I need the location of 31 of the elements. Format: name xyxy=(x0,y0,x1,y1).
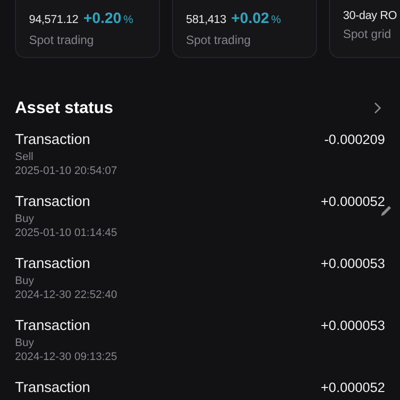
transaction-amount: +0.000052 xyxy=(320,193,385,211)
price-value: 581,413 xyxy=(186,13,226,28)
transaction-time: 2024-12-30 22:52:40 xyxy=(15,288,118,303)
change-percent: +0.02% xyxy=(231,9,281,29)
card-label: Spot trading xyxy=(186,32,252,48)
card-label: Spot trading xyxy=(29,32,95,48)
strategy-card[interactable]: 30-day RO Spot grid xyxy=(329,0,400,58)
price-value: 30-day RO xyxy=(343,9,397,24)
change-percent: +0.20% xyxy=(83,9,134,29)
transaction-amount: -0.000209 xyxy=(324,131,385,149)
transaction-time: 2024-12-30 09:13:25 xyxy=(15,350,118,365)
transaction-title: Transaction xyxy=(15,255,92,273)
transaction-title: Transaction xyxy=(15,131,92,149)
transaction-type: Buy xyxy=(15,212,35,226)
transaction-time: 2025-01-10 20:54:07 xyxy=(15,164,118,179)
transaction-type: Buy xyxy=(15,274,35,288)
chevron-right-icon[interactable] xyxy=(373,102,381,114)
card-label: Spot grid xyxy=(343,26,392,44)
transaction-type: Buy xyxy=(15,336,35,350)
transaction-title: Transaction xyxy=(15,317,92,335)
strategy-card[interactable]: 94,571.12 +0.20% Spot trading xyxy=(15,0,160,58)
transaction-type: Sell xyxy=(15,150,34,164)
transaction-amount: +0.000053 xyxy=(320,317,385,335)
section-title: Asset status xyxy=(15,98,114,119)
price-value: 94,571.12 xyxy=(29,13,78,28)
transaction-amount: +0.000052 xyxy=(320,379,385,397)
transaction-amount: +0.000053 xyxy=(320,255,385,273)
strategy-card[interactable]: 581,413 +0.02% Spot trading xyxy=(172,0,317,58)
transaction-time: 2025-01-10 01:14:45 xyxy=(15,226,118,241)
transaction-title: Transaction xyxy=(15,193,92,211)
transaction-title: Transaction xyxy=(15,379,90,397)
